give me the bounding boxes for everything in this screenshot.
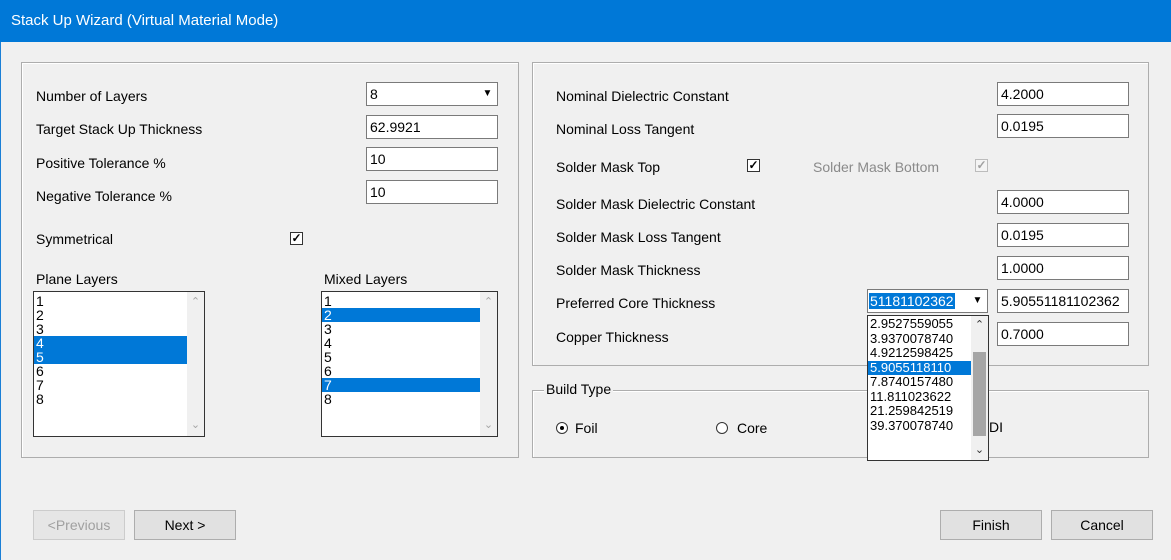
list-item[interactable]: 2 bbox=[34, 308, 204, 322]
negative-tolerance-input[interactable]: 10 bbox=[366, 180, 498, 204]
list-item[interactable]: 6 bbox=[34, 364, 204, 378]
preferred-core-select-value: 51181102362 bbox=[869, 293, 955, 309]
list-item[interactable]: 21.259842519 bbox=[868, 404, 988, 419]
solder-mask-bottom-checkbox: ✓ bbox=[975, 159, 988, 172]
checkmark-icon: ✓ bbox=[976, 158, 987, 172]
dielectric-constant-input[interactable]: 4.2000 bbox=[997, 82, 1129, 106]
chevron-up-icon[interactable]: ⌃ bbox=[971, 317, 988, 334]
list-item[interactable]: 6 bbox=[322, 364, 497, 378]
positive-tolerance-label: Positive Tolerance % bbox=[36, 155, 166, 171]
solder-mask-top-checkbox[interactable]: ✓ bbox=[747, 159, 760, 172]
solder-mask-thickness-input[interactable]: 1.0000 bbox=[997, 256, 1129, 280]
core-dropdown-scrollbar[interactable]: ⌃ ⌄ bbox=[971, 316, 988, 460]
material-settings-panel bbox=[532, 62, 1149, 366]
chevron-down-icon[interactable]: ⌄ bbox=[187, 417, 204, 434]
number-of-layers-select[interactable]: 8 ▼ bbox=[366, 82, 498, 106]
window-title: Stack Up Wizard (Virtual Material Mode) bbox=[0, 0, 1171, 42]
symmetrical-label: Symmetrical bbox=[36, 231, 114, 247]
list-item[interactable]: 5.9055118110 bbox=[868, 360, 988, 375]
solder-mask-loss-input[interactable]: 0.0195 bbox=[997, 223, 1129, 247]
previous-button[interactable]: <Previous bbox=[33, 510, 125, 540]
list-item[interactable]: 1 bbox=[322, 294, 497, 308]
list-item[interactable]: 2 bbox=[322, 308, 497, 322]
foil-label[interactable]: Foil bbox=[575, 420, 598, 436]
core-label[interactable]: Core bbox=[737, 420, 767, 436]
target-thickness-input[interactable]: 62.9921 bbox=[366, 115, 498, 139]
cancel-button[interactable]: Cancel bbox=[1051, 510, 1153, 540]
solder-mask-dielectric-input[interactable]: 4.0000 bbox=[997, 190, 1129, 214]
chevron-down-icon[interactable]: ▼ bbox=[479, 84, 496, 104]
mixed-layers-label: Mixed Layers bbox=[324, 271, 408, 287]
window-left-border bbox=[0, 42, 1, 560]
foil-radio[interactable] bbox=[556, 422, 568, 434]
list-item[interactable]: 4.9212598425 bbox=[868, 346, 988, 361]
checkmark-icon: ✓ bbox=[748, 158, 759, 172]
chevron-up-icon[interactable]: ⌃ bbox=[187, 294, 204, 311]
preferred-core-select[interactable]: 51181102362 ▼ bbox=[867, 289, 988, 313]
list-item[interactable]: 7 bbox=[322, 378, 497, 392]
list-item[interactable]: 1 bbox=[34, 294, 204, 308]
solder-mask-loss-label: Solder Mask Loss Tangent bbox=[556, 229, 721, 245]
list-item[interactable]: 8 bbox=[322, 392, 497, 406]
solder-mask-bottom-label: Solder Mask Bottom bbox=[813, 159, 940, 175]
negative-tolerance-label: Negative Tolerance % bbox=[36, 188, 172, 204]
core-radio[interactable] bbox=[716, 422, 728, 434]
chevron-down-icon[interactable]: ⌄ bbox=[971, 442, 988, 459]
copper-thickness-label: Copper Thickness bbox=[556, 329, 669, 345]
list-item[interactable]: 5 bbox=[34, 350, 204, 364]
list-item[interactable]: 11.811023622 bbox=[868, 389, 988, 405]
solder-mask-dielectric-label: Solder Mask Dielectric Constant bbox=[556, 196, 756, 212]
build-type-group bbox=[532, 390, 1149, 458]
list-item[interactable]: 4 bbox=[34, 336, 204, 350]
build-type-legend: Build Type bbox=[544, 381, 614, 397]
scrollbar-thumb[interactable] bbox=[973, 352, 986, 436]
list-item[interactable]: 7.8740157480 bbox=[868, 375, 988, 390]
list-item[interactable]: 2.9527559055 bbox=[868, 317, 988, 332]
number-of-layers-value: 8 bbox=[370, 86, 378, 102]
plane-layers-list[interactable]: 12345678 ⌃ ⌄ bbox=[33, 291, 205, 437]
checkmark-icon: ✓ bbox=[291, 231, 302, 245]
list-item[interactable]: 4 bbox=[322, 336, 497, 350]
chevron-down-icon[interactable]: ▼ bbox=[969, 291, 986, 311]
next-button[interactable]: Next > bbox=[134, 510, 236, 540]
preferred-core-label: Preferred Core Thickness bbox=[556, 295, 716, 311]
solder-mask-top-label: Solder Mask Top bbox=[556, 159, 661, 175]
symmetrical-checkbox[interactable]: ✓ bbox=[290, 232, 303, 245]
target-thickness-label: Target Stack Up Thickness bbox=[36, 121, 203, 137]
mixed-layers-scrollbar[interactable]: ⌃ ⌄ bbox=[480, 292, 497, 436]
chevron-down-icon[interactable]: ⌄ bbox=[480, 417, 497, 434]
dielectric-constant-label: Nominal Dielectric Constant bbox=[556, 88, 729, 104]
list-item[interactable]: 3.9370078740 bbox=[868, 331, 988, 347]
list-item[interactable]: 39.370078740 bbox=[868, 418, 988, 434]
core-thickness-dropdown[interactable]: 2.9527559055 3.9370078740 4.9212598425 5.90… bbox=[867, 315, 989, 461]
positive-tolerance-input[interactable]: 10 bbox=[366, 147, 498, 171]
list-item[interactable]: 5 bbox=[322, 350, 497, 364]
mixed-layers-list[interactable]: 12345678 ⌃ ⌄ bbox=[321, 291, 498, 437]
hdi-label[interactable]: DI bbox=[989, 419, 1003, 435]
loss-tangent-label: Nominal Loss Tangent bbox=[556, 121, 695, 137]
list-item[interactable]: 8 bbox=[34, 392, 204, 406]
loss-tangent-input[interactable]: 0.0195 bbox=[997, 114, 1129, 138]
chevron-up-icon[interactable]: ⌃ bbox=[480, 294, 497, 311]
solder-mask-thickness-label: Solder Mask Thickness bbox=[556, 262, 701, 278]
copper-thickness-input[interactable]: 0.7000 bbox=[997, 322, 1129, 346]
preferred-core-input[interactable]: 5.90551181102362 bbox=[997, 289, 1129, 313]
list-item[interactable]: 3 bbox=[322, 322, 497, 336]
list-item[interactable]: 7 bbox=[34, 378, 204, 392]
finish-button[interactable]: Finish bbox=[940, 510, 1042, 540]
plane-layers-scrollbar[interactable]: ⌃ ⌄ bbox=[187, 292, 204, 436]
list-item[interactable]: 3 bbox=[34, 322, 204, 336]
number-of-layers-label: Number of Layers bbox=[36, 88, 148, 104]
plane-layers-label: Plane Layers bbox=[36, 271, 118, 287]
